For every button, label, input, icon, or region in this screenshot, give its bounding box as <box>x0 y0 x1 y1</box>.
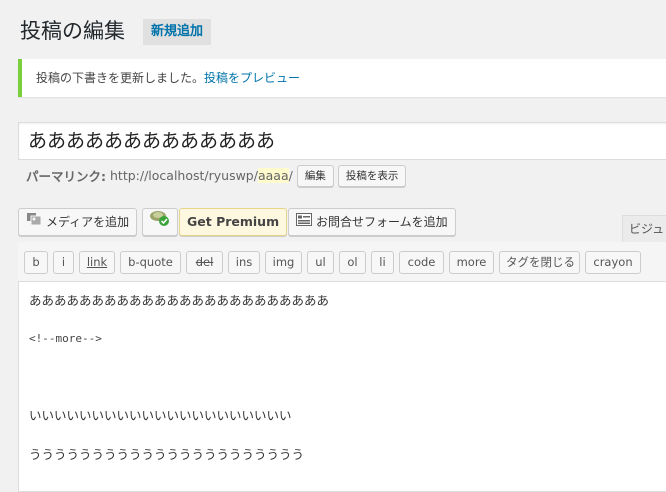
editor-line: <!--more--> <box>29 332 102 345</box>
qt-bquote-button[interactable]: b-quote <box>120 251 181 274</box>
qt-ins-button[interactable]: ins <box>228 251 260 274</box>
update-notice: 投稿の下書きを更新しました。投稿をプレビュー <box>18 59 666 97</box>
editor-line: ああああああああああああああああああああああああ <box>29 293 330 308</box>
qt-code-button[interactable]: code <box>399 251 444 274</box>
permalink-url-prefix[interactable]: http://localhost/ryuswp/ <box>110 168 258 183</box>
qt-li-button[interactable]: li <box>371 251 394 274</box>
form-icon <box>296 209 312 235</box>
post-title-input[interactable]: あああああああああああああ <box>18 122 666 160</box>
qt-italic-button[interactable]: i <box>53 251 74 274</box>
permalink-edit-button[interactable]: 編集 <box>296 164 334 187</box>
qt-del-button[interactable]: del <box>186 251 223 274</box>
qt-link-button[interactable]: link <box>79 251 115 274</box>
add-contact-form-button[interactable]: お問合せフォームを追加 <box>288 208 456 236</box>
qt-ol-button[interactable]: ol <box>339 251 366 274</box>
tab-visual[interactable]: ビジュ <box>622 215 666 242</box>
plugin-button[interactable] <box>142 208 178 236</box>
qt-close-tags-button[interactable]: タグを閉じる <box>499 251 580 274</box>
plugin-badge-icon <box>148 209 172 236</box>
add-form-label: お問合せフォームを追加 <box>316 215 448 229</box>
get-premium-button[interactable]: Get Premium <box>179 208 288 236</box>
view-post-button[interactable]: 投稿を表示 <box>337 164 407 187</box>
media-icon <box>26 209 42 235</box>
editor-line: うううううううううううううううううううううう <box>29 447 305 462</box>
permalink-label: パーマリンク: <box>26 169 106 184</box>
permalink-url-suffix[interactable]: / <box>289 168 293 183</box>
preview-link[interactable]: 投稿をプレビュー <box>204 71 300 85</box>
qt-img-button[interactable]: img <box>265 251 302 274</box>
qt-more-button[interactable]: more <box>449 251 494 274</box>
permalink-row: パーマリンク: http://localhost/ryuswp/aaaa / 編集… <box>26 163 407 188</box>
add-media-button[interactable]: メディアを追加 <box>18 208 138 236</box>
qt-bold-button[interactable]: b <box>24 251 48 274</box>
editor-line: いいいいいいいいいいいいいいいいいいいいい <box>29 408 292 423</box>
permalink-slug[interactable]: aaaa <box>257 168 289 183</box>
notice-text: 投稿の下書きを更新しました。 <box>36 71 205 85</box>
page-title: 投稿の編集 <box>20 19 125 43</box>
add-new-button[interactable]: 新規追加 <box>143 19 212 45</box>
qt-ul-button[interactable]: ul <box>307 251 334 274</box>
qt-crayon-button[interactable]: crayon <box>585 251 641 274</box>
add-media-label: メディアを追加 <box>46 215 130 229</box>
